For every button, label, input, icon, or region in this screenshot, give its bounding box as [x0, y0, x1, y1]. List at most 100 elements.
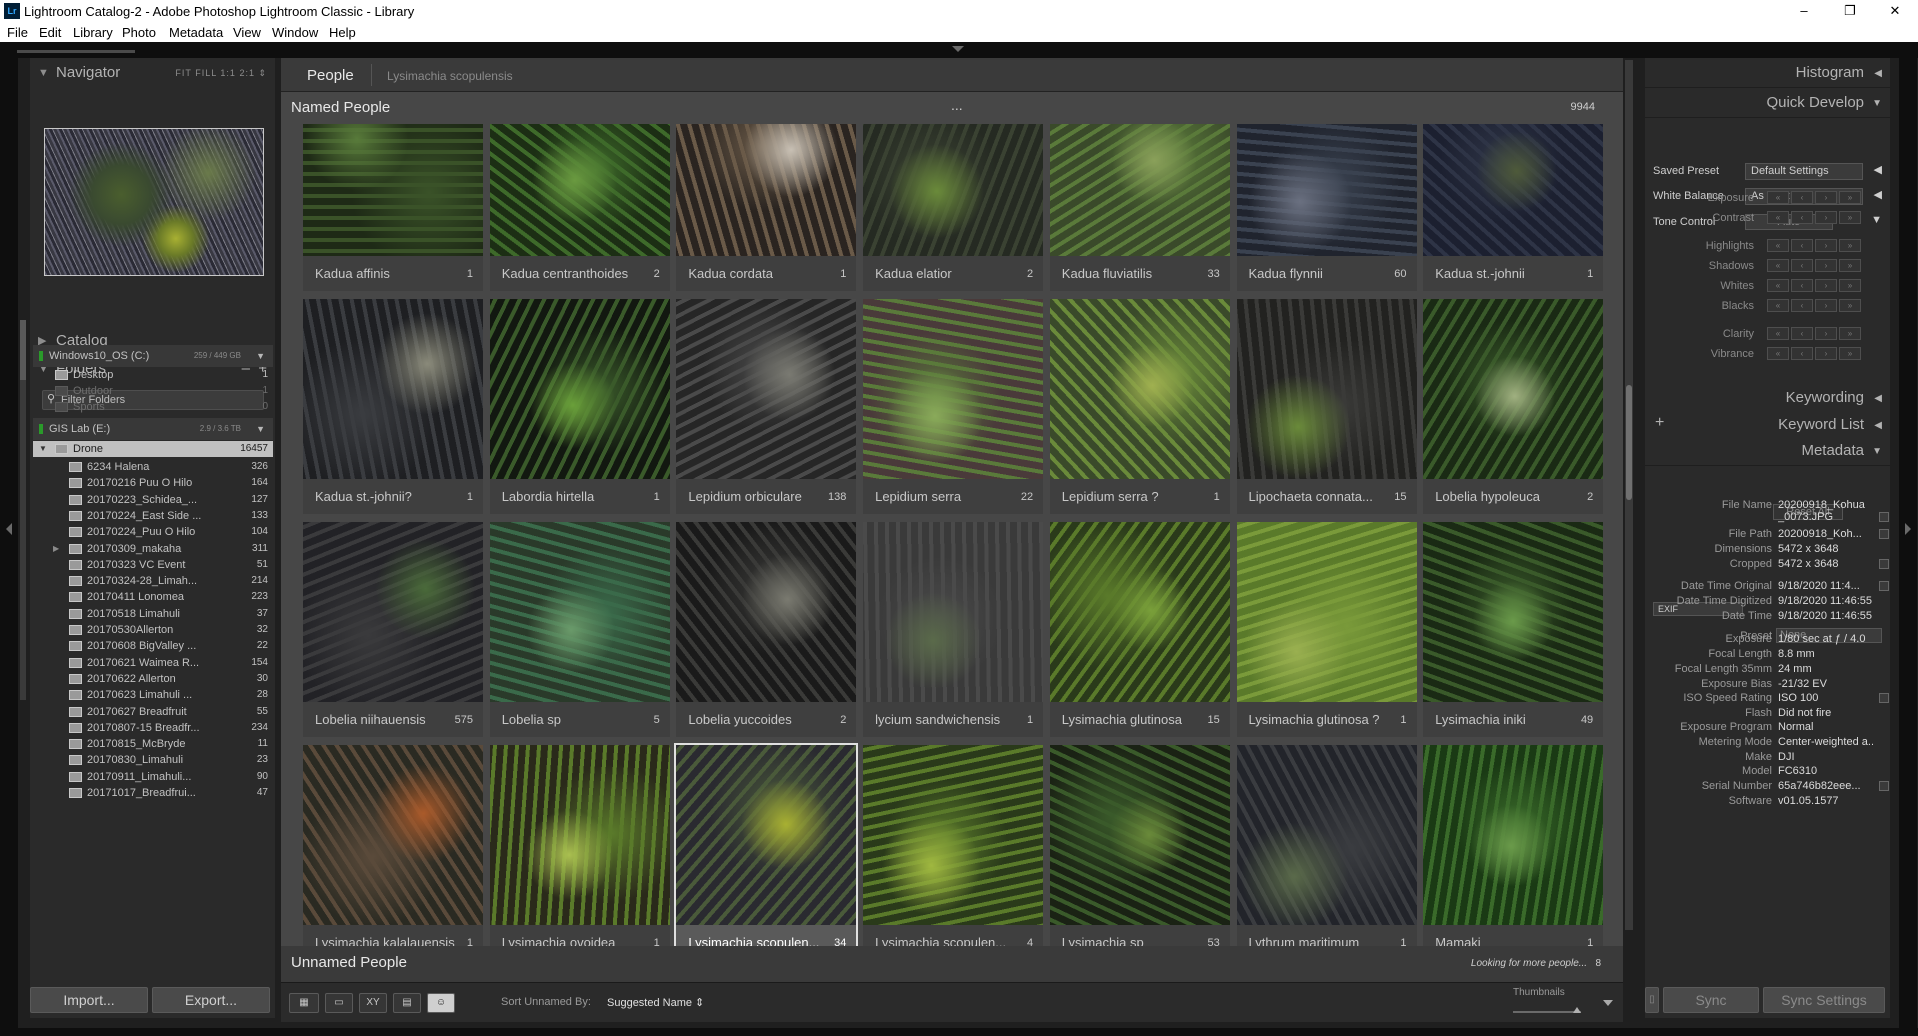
folder-row[interactable]: Desktop 1	[33, 367, 273, 383]
grid-scrollbar[interactable]	[1625, 60, 1633, 930]
person-thumbnail[interactable]: Kadua centranthoides 2	[489, 124, 670, 291]
metadata-action-icon[interactable]	[1879, 581, 1889, 591]
folder-row[interactable]: ▶ 20170309_makaha 311	[33, 541, 273, 557]
left-panel-scrollbar[interactable]	[20, 320, 26, 700]
export-button[interactable]: Export...	[152, 987, 270, 1013]
decrease-small-button[interactable]: ‹	[1791, 327, 1813, 340]
survey-view-icon[interactable]: ▤	[393, 993, 421, 1013]
metadata-value[interactable]: 1/80 sec at ƒ / 4.0	[1778, 633, 1873, 645]
person-thumbnail-selected[interactable]: Lysimachia scopulen... 34	[674, 743, 859, 962]
volume-menu-icon[interactable]: ▼	[256, 418, 265, 440]
person-thumbnail[interactable]: Lysimachia iniki 49	[1423, 522, 1604, 737]
sync-toggle-switch[interactable]: ▯	[1645, 987, 1659, 1013]
person-name[interactable]: lycium sandwichensis	[875, 712, 1015, 727]
decrease-small-button[interactable]: ‹	[1791, 211, 1813, 224]
metadata-value[interactable]: 20200918_Koh...	[1778, 528, 1873, 540]
metadata-value[interactable]: 5472 x 3648	[1778, 558, 1873, 570]
increase-small-button[interactable]: ›	[1815, 259, 1837, 272]
people-link[interactable]: People	[307, 67, 354, 84]
person-thumbnail[interactable]: Kadua affinis 1	[303, 124, 483, 291]
sort-unnamed-select[interactable]: Suggested Name ⇕	[607, 996, 704, 1009]
metadata-value[interactable]: 9/18/2020 11:46:55...	[1778, 595, 1873, 607]
increase-small-button[interactable]: ›	[1815, 279, 1837, 292]
folder-row[interactable]: 20170911_Limahuli... 90	[33, 769, 273, 785]
folder-row[interactable]: 20170622 Allerton 30	[33, 671, 273, 687]
metadata-value[interactable]: 20200918_Kohua	[1778, 499, 1873, 511]
increase-small-button[interactable]: ›	[1815, 211, 1837, 224]
person-name[interactable]: Kadua st.-johnii?	[315, 489, 455, 504]
folder-row[interactable]: 6234 Halena 326	[33, 459, 273, 475]
metadata-value[interactable]: v01.05.1577	[1778, 795, 1873, 807]
folder-row[interactable]: 20170608 BigValley ... 22	[33, 638, 273, 654]
increase-large-button[interactable]: »	[1839, 239, 1861, 252]
person-thumbnail[interactable]: Lepidium orbiculare 138	[676, 299, 857, 514]
metadata-action-icon[interactable]	[1879, 529, 1889, 539]
person-thumbnail[interactable]: Lepidium serra ? 1	[1049, 299, 1230, 514]
decrease-large-button[interactable]: «	[1767, 191, 1789, 204]
person-name[interactable]: Labordia hirtella	[502, 489, 642, 504]
folder-row-missing[interactable]: Sports 0	[33, 399, 273, 415]
folder-row-drone-selected[interactable]: ▼ Drone 16457	[33, 441, 273, 457]
decrease-small-button[interactable]: ‹	[1791, 279, 1813, 292]
sync-settings-button[interactable]: Sync Settings	[1763, 987, 1885, 1013]
person-name[interactable]: Lipochaeta connata...	[1249, 489, 1389, 504]
menu-view[interactable]: View	[233, 25, 261, 40]
person-thumbnail[interactable]: Kadua fluviatilis 33	[1049, 124, 1230, 291]
increase-small-button[interactable]: ›	[1815, 299, 1837, 312]
person-thumbnail[interactable]: Lysimachia sp 53	[1049, 745, 1230, 960]
metadata-value[interactable]: 8.8 mm	[1778, 648, 1873, 660]
metadata-value[interactable]: -21/32 EV	[1778, 678, 1873, 690]
person-thumbnail[interactable]: Kadua st.-johnii 1	[1423, 124, 1604, 291]
person-name[interactable]: Lysimachia glutinosa ?	[1249, 712, 1389, 727]
person-name[interactable]: Lysimachia iniki	[1435, 712, 1575, 727]
folder-row-missing[interactable]: Outdoor 1	[33, 383, 273, 399]
person-name[interactable]: Kadua fluviatilis	[1062, 266, 1202, 281]
close-button[interactable]: ✕	[1872, 0, 1918, 22]
metadata-value[interactable]: 65a746b82eee...	[1778, 780, 1873, 792]
metadata-value[interactable]: DJI	[1778, 751, 1873, 763]
navigator-header[interactable]: ▼ Navigator FIT FILL 1:1 2:1 ⇕	[30, 58, 275, 88]
folder-row[interactable]: 20170411 Lonomea 223	[33, 589, 273, 605]
menu-photo[interactable]: Photo	[122, 25, 156, 40]
person-thumbnail[interactable]: Kadua flynnii 60	[1236, 124, 1417, 291]
navigator-preview[interactable]	[44, 128, 264, 276]
person-thumbnail[interactable]: Kadua st.-johnii? 1	[303, 299, 483, 514]
loupe-view-icon[interactable]: ▭	[325, 993, 353, 1013]
person-thumbnail[interactable]: Lysimachia kalalauensis 1	[303, 745, 483, 960]
person-name[interactable]: Lepidium serra	[875, 489, 1015, 504]
increase-large-button[interactable]: »	[1839, 211, 1861, 224]
decrease-small-button[interactable]: ‹	[1791, 259, 1813, 272]
decrease-small-button[interactable]: ‹	[1791, 191, 1813, 204]
person-name[interactable]: Lobelia hypoleuca	[1435, 489, 1575, 504]
decrease-small-button[interactable]: ‹	[1791, 347, 1813, 360]
person-thumbnail[interactable]: Lysimachia glutinosa ? 1	[1236, 522, 1417, 737]
person-name[interactable]: Lepidium orbiculare	[688, 489, 828, 504]
menu-metadata[interactable]: Metadata	[169, 25, 223, 40]
folder-row[interactable]: 20170627 Breadfruit 55	[33, 704, 273, 720]
histogram-header[interactable]: Histogram ◀	[1645, 58, 1890, 88]
person-thumbnail[interactable]: Lobelia yuccoides 2	[676, 522, 857, 737]
metadata-value[interactable]: 9/18/2020 11:4...	[1778, 580, 1873, 592]
grid-view-icon[interactable]: ▦	[289, 993, 319, 1013]
increase-large-button[interactable]: »	[1839, 191, 1861, 204]
maximize-button[interactable]: ❐	[1827, 0, 1873, 22]
folder-row[interactable]: 20171017_Breadfrui... 47	[33, 785, 273, 801]
folder-row[interactable]: 20170223_Schidea_... 127	[33, 492, 273, 508]
metadata-action-icon[interactable]	[1879, 512, 1889, 522]
folder-row[interactable]: 20170621 Waimea R... 154	[33, 655, 273, 671]
person-name[interactable]: Kadua centranthoides	[502, 266, 642, 281]
folder-row[interactable]: 20170216 Puu O Hilo 164	[33, 475, 273, 491]
folder-row[interactable]: 20170830_Limahuli 23	[33, 752, 273, 768]
increase-large-button[interactable]: »	[1839, 327, 1861, 340]
metadata-value[interactable]: 24 mm	[1778, 663, 1873, 675]
increase-large-button[interactable]: »	[1839, 299, 1861, 312]
person-name[interactable]: Lobelia sp	[502, 712, 642, 727]
volume-e[interactable]: GIS Lab (E:) 2.9 / 3.6 TB ▼	[33, 418, 273, 440]
minimize-button[interactable]: –	[1781, 0, 1827, 22]
import-button[interactable]: Import...	[30, 987, 148, 1013]
folder-row[interactable]: 20170324-28_Limah... 214	[33, 573, 273, 589]
folder-row[interactable]: 20170224_East Side ... 133	[33, 508, 273, 524]
metadata-action-icon[interactable]	[1879, 781, 1889, 791]
person-thumbnail[interactable]: Lipochaeta connata... 15	[1236, 299, 1417, 514]
collapse-top-panel-icon[interactable]	[952, 46, 964, 52]
